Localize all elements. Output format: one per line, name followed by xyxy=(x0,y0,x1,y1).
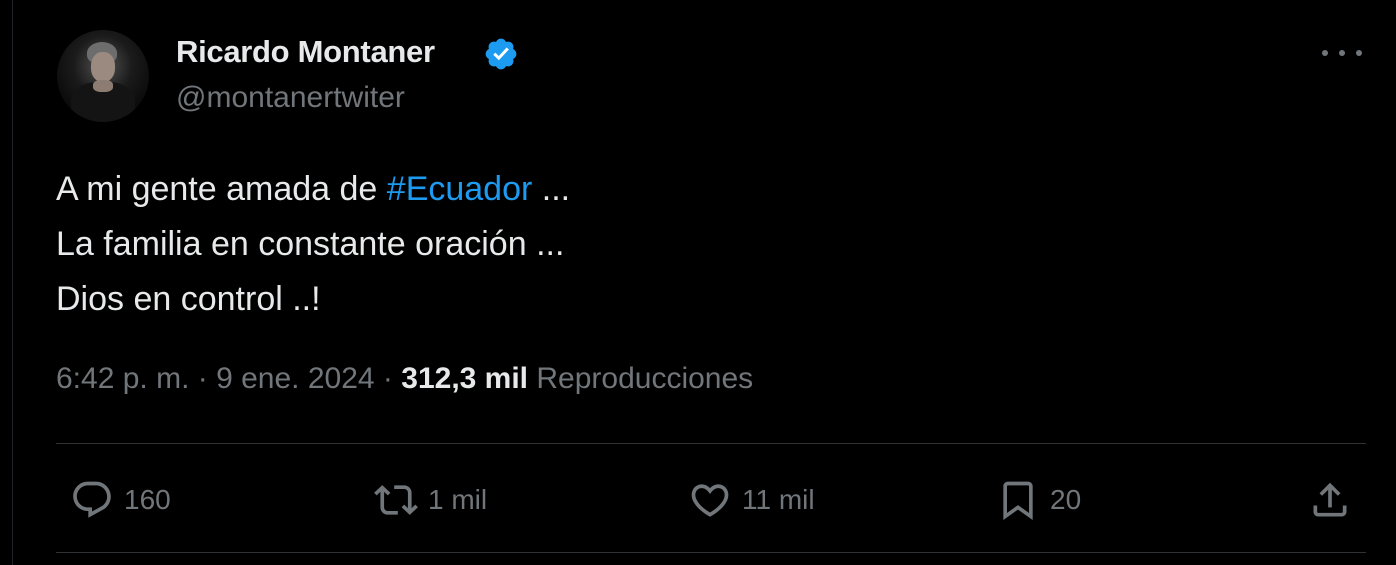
tweet-card: Ricardo Montaner @montanertwiter A mi ge… xyxy=(0,0,1396,565)
retweet-icon xyxy=(374,485,418,515)
reply-count: 160 xyxy=(124,484,171,515)
like-count: 11 mil xyxy=(742,484,815,515)
tweet-line-2: La familia en constante oración ... xyxy=(56,225,565,263)
like-button[interactable]: 11 mil xyxy=(688,470,815,530)
divider-bottom xyxy=(56,552,1366,553)
heart-icon xyxy=(691,484,729,517)
avatar[interactable] xyxy=(57,30,149,122)
share-button[interactable] xyxy=(1308,470,1352,530)
author-handle[interactable]: @montanertwiter xyxy=(176,81,405,115)
reply-icon xyxy=(73,481,111,518)
bookmark-count: 20 xyxy=(1050,484,1082,515)
share-icon xyxy=(1313,482,1347,517)
more-icon[interactable] xyxy=(1322,40,1362,66)
tweet-text: A mi gente amada de #Ecuador ... La fami… xyxy=(56,162,570,327)
tweet-line-3: Dios en control ..! xyxy=(56,280,321,318)
retweet-button[interactable]: 1 mil xyxy=(374,470,487,530)
hashtag-link[interactable]: #Ecuador xyxy=(387,170,533,208)
verified-badge-icon xyxy=(485,38,517,70)
meta-separator: · xyxy=(197,362,208,395)
divider-top xyxy=(56,443,1366,444)
views-count: 312,3 mil xyxy=(401,362,529,395)
tweet-meta: 6:42 p. m. · 9 ene. 2024 · 312,3 mil Rep… xyxy=(56,362,753,396)
tweet-time[interactable]: 6:42 p. m. xyxy=(56,362,189,395)
retweet-count: 1 mil xyxy=(428,484,488,515)
bookmark-icon xyxy=(1003,481,1033,521)
reply-button[interactable]: 160 xyxy=(70,470,171,530)
tweet-line-1-suffix: ... xyxy=(532,170,571,208)
tweet-date[interactable]: 9 ene. 2024 xyxy=(216,362,374,395)
meta-separator-2: · xyxy=(382,362,393,395)
tweet-line-1: A mi gente amada de #Ecuador ... xyxy=(56,162,570,217)
author-display-name[interactable]: Ricardo Montaner xyxy=(176,34,435,70)
left-border xyxy=(12,0,13,565)
views-label: Reproducciones xyxy=(536,362,754,395)
tweet-line-1-prefix: A mi gente amada de xyxy=(56,170,387,208)
action-bar: 160 1 mil 11 mil 20 xyxy=(56,470,1366,530)
bookmark-button[interactable]: 20 xyxy=(996,470,1081,530)
